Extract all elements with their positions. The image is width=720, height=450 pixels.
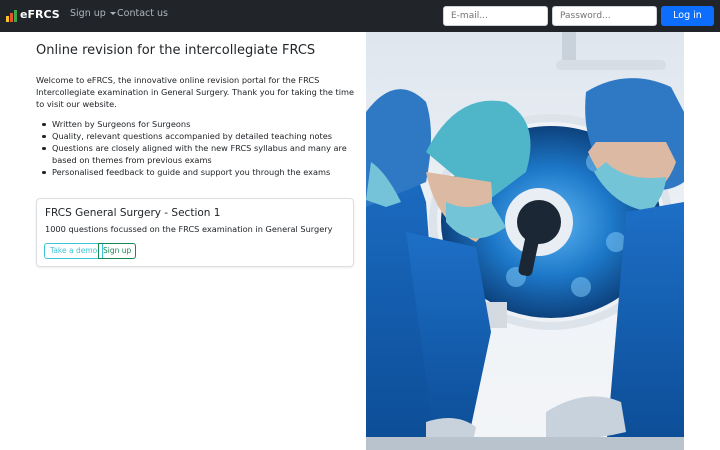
card-signup-button[interactable]: Sign up: [98, 243, 137, 259]
intro-text: Welcome to eFRCS, the innovative online …: [36, 75, 355, 109]
surgeons-photo: [366, 32, 684, 450]
email-input[interactable]: [443, 6, 548, 26]
signup-dropdown[interactable]: Sign up: [70, 8, 116, 20]
brand-name: eFRCS: [20, 8, 60, 21]
caret-down-icon: [109, 12, 116, 15]
feature-list: Written by Surgeons for Surgeons Quality…: [42, 118, 352, 178]
login-button[interactable]: Log in: [661, 6, 714, 26]
contact-link[interactable]: Contact us: [117, 8, 168, 20]
feature-item: Quality, relevant questions accompanied …: [42, 130, 352, 142]
signup-label: Sign up: [70, 8, 106, 19]
feature-item: Personalised feedback to guide and suppo…: [42, 166, 352, 178]
page-title: Online revision for the intercollegiate …: [36, 43, 316, 58]
feature-item: Questions are closely aligned with the n…: [42, 142, 352, 166]
navbar: eFRCS Sign up Contact us Log in: [0, 0, 720, 32]
feature-item: Written by Surgeons for Surgeons: [42, 118, 352, 130]
password-input[interactable]: [552, 6, 657, 26]
bar-chart-icon: [6, 9, 17, 22]
take-demo-button[interactable]: Take a demo: [44, 243, 104, 259]
course-card: FRCS General Surgery - Section 1 1000 qu…: [36, 198, 354, 267]
brand-logo[interactable]: eFRCS: [6, 8, 60, 22]
card-text: 1000 questions focussed on the FRCS exam…: [45, 224, 333, 234]
card-title: FRCS General Surgery - Section 1: [45, 207, 221, 219]
